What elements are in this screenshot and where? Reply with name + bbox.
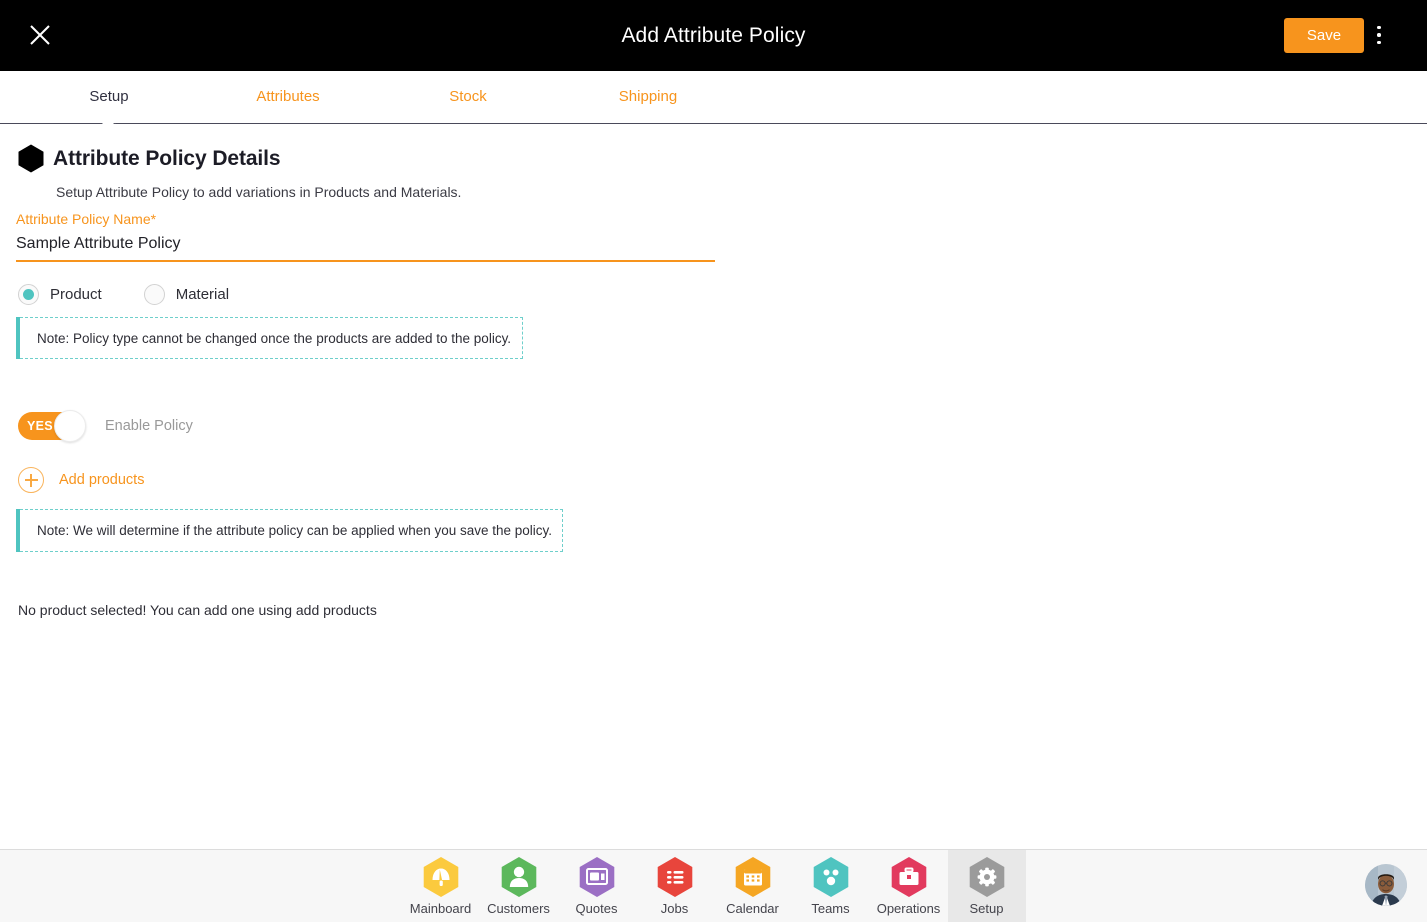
- briefcase-icon: [891, 857, 926, 897]
- nav-item-operations[interactable]: Operations: [870, 850, 948, 922]
- nav-item-setup[interactable]: Setup: [947, 850, 1026, 922]
- quote-card-icon: [579, 857, 614, 897]
- kebab-dot: [1377, 40, 1381, 45]
- nav-label-teams: Teams: [811, 901, 850, 916]
- setup-panel: Attribute Policy Details Setup Attribute…: [0, 124, 1427, 849]
- add-attribute-policy-screen: Add Attribute Policy Save Setup Attribut…: [0, 0, 1427, 922]
- policy-name-label: Attribute Policy Name*: [16, 211, 156, 227]
- task-list-icon: [657, 857, 692, 897]
- nav-item-customers[interactable]: Customers: [480, 850, 558, 922]
- radio-label-product: Product: [50, 286, 102, 303]
- kebab-dot: [1377, 33, 1381, 37]
- nav-label-jobs: Jobs: [660, 901, 689, 916]
- add-products-label: Add products: [59, 472, 145, 488]
- note-policy-type: Note: Policy type cannot be changed once…: [16, 317, 523, 359]
- note-apply-policy-text: Note: We will determine if the attribute…: [37, 523, 553, 538]
- tab-shipping[interactable]: Shipping: [606, 71, 690, 123]
- nav-label-customers: Customers: [487, 901, 550, 916]
- section-title: Attribute Policy Details: [53, 146, 281, 170]
- close-icon[interactable]: [26, 21, 54, 49]
- plus-circle-icon: [18, 467, 44, 493]
- enable-policy-row: YES Enable Policy: [18, 410, 193, 442]
- tab-setup[interactable]: Setup: [78, 71, 140, 123]
- required-asterisk: *: [150, 211, 157, 227]
- policy-name-label-text: Attribute Policy Name: [16, 211, 151, 227]
- toggle-state-label: YES: [27, 419, 53, 433]
- nav-item-jobs[interactable]: Jobs: [636, 850, 714, 922]
- nav-label-calendar: Calendar: [726, 901, 779, 916]
- nav-item-calendar[interactable]: Calendar: [714, 850, 792, 922]
- nav-item-quotes[interactable]: Quotes: [558, 850, 636, 922]
- tab-bar: Setup Attributes Stock Shipping: [0, 71, 1427, 124]
- note-policy-type-text: Note: Policy type cannot be changed once…: [37, 330, 512, 346]
- toggle-knob: [54, 410, 86, 442]
- top-header-bar: Add Attribute Policy Save: [0, 0, 1427, 71]
- gear-icon: [969, 857, 1004, 897]
- save-button[interactable]: Save: [1284, 18, 1364, 53]
- radio-label-material: Material: [175, 286, 230, 303]
- bottom-navigation-bar: Mainboard Customers Quotes Jobs Calendar…: [0, 849, 1427, 922]
- nav-label-quotes: Quotes: [575, 901, 618, 916]
- bottom-nav-items: Mainboard Customers Quotes Jobs Calendar…: [0, 850, 1427, 922]
- nav-label-mainboard: Mainboard: [409, 901, 472, 916]
- policy-name-input[interactable]: [16, 232, 715, 262]
- page-title: Add Attribute Policy: [621, 24, 806, 47]
- hexagon-bullet-icon: [18, 144, 44, 173]
- team-dots-icon: [813, 857, 848, 897]
- tab-attributes[interactable]: Attributes: [244, 71, 332, 123]
- radio-option-material[interactable]: Material: [143, 284, 230, 305]
- nav-item-mainboard[interactable]: Mainboard: [402, 850, 480, 922]
- section-header: Attribute Policy Details: [18, 144, 281, 173]
- dashboard-gauge-icon: [423, 857, 458, 897]
- empty-state-message: No product selected! You can add one usi…: [18, 602, 377, 618]
- person-icon: [501, 857, 536, 897]
- enable-policy-caption: Enable Policy: [105, 418, 193, 434]
- kebab-dot: [1377, 25, 1381, 30]
- note-apply-policy: Note: We will determine if the attribute…: [16, 509, 563, 552]
- user-avatar-photo[interactable]: [1365, 864, 1407, 906]
- nav-label-operations: Operations: [876, 901, 941, 916]
- add-products-button[interactable]: Add products: [18, 467, 144, 493]
- nav-item-teams[interactable]: Teams: [792, 850, 870, 922]
- radio-option-product[interactable]: Product: [18, 284, 102, 305]
- kebab-menu-icon[interactable]: [1368, 21, 1390, 49]
- enable-policy-toggle[interactable]: YES: [18, 410, 86, 442]
- tab-stock[interactable]: Stock: [437, 71, 499, 123]
- nav-label-setup: Setup: [969, 901, 1004, 916]
- policy-type-radio-group: Product Material: [18, 284, 271, 305]
- radio-unselected-icon: [143, 284, 165, 305]
- radio-selected-icon: [18, 284, 39, 305]
- section-subtitle: Setup Attribute Policy to add variations…: [56, 184, 462, 200]
- calendar-icon: [735, 857, 770, 897]
